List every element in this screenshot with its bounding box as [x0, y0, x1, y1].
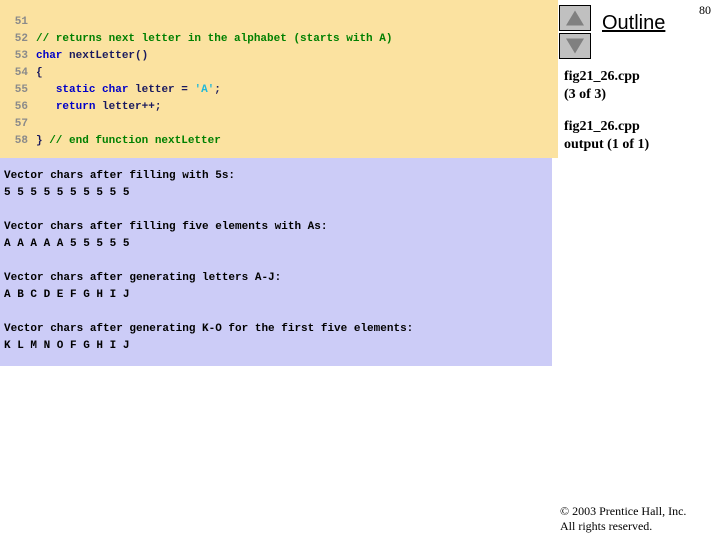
code-token-keyword: return — [55, 101, 96, 113]
code-line-number: 52 — [14, 33, 28, 45]
copyright-line-2: All rights reserved. — [560, 519, 653, 533]
output-line: K L M N O F G H I J — [4, 340, 130, 352]
code-line: 52 // returns next letter in the alphabet… — [0, 31, 552, 48]
copyright-line-1: © 2003 Prentice Hall, Inc. — [560, 504, 687, 518]
page-number: 80 — [699, 3, 711, 17]
copyright-footer: © 2003 Prentice Hall, Inc. All rights re… — [560, 504, 720, 534]
slide-navigation-buttons — [559, 5, 593, 61]
code-line-text: } // end function nextLetter — [36, 135, 221, 147]
code-token-ident: letter — [102, 101, 142, 113]
outline-item-title: fig21_26.cpp — [564, 119, 640, 134]
output-line: Vector chars after filling with 5s: — [4, 170, 236, 182]
code-line-number: 51 — [14, 16, 28, 28]
code-line: 55 static char letter = 'A'; — [0, 82, 552, 99]
program-output-panel: Vector chars after filling with 5s: 5 5 5… — [0, 158, 552, 366]
output-line: Vector chars after generating letters A-… — [4, 272, 282, 284]
output-line: Vector chars after generating K-O for th… — [4, 323, 414, 335]
output-line: Vector chars after filling five elements… — [4, 221, 328, 233]
code-line: 53 char nextLetter() — [0, 48, 552, 65]
code-line: 51 — [0, 14, 552, 31]
output-line: 5 5 5 5 5 5 5 5 5 5 — [4, 187, 130, 199]
code-line-text: { — [36, 67, 43, 79]
code-token-keyword: static char — [55, 84, 129, 96]
code-token-comment: // end function nextLetter — [49, 135, 221, 147]
code-line-text: // returns next letter in the alphabet (… — [36, 33, 392, 45]
outline-sidebar: Outline 80 fig21_26.cpp (3 of 3) fig21_26.… — [556, 0, 720, 540]
output-blank-line — [4, 253, 552, 270]
output-blank-line — [4, 304, 552, 321]
code-token-plain: = — [174, 84, 195, 96]
output-blank-line — [4, 202, 552, 219]
outline-heading: Outline — [602, 12, 666, 34]
code-line-number: 56 — [14, 101, 28, 113]
code-line-number: 53 — [14, 50, 28, 62]
code-line-number: 54 — [14, 67, 28, 79]
outline-item-title: fig21_26.cpp — [564, 69, 640, 84]
code-line-text: static char letter = 'A'; — [36, 84, 221, 96]
code-line-text: return letter++; — [36, 101, 162, 113]
code-line-number: 57 — [14, 118, 28, 130]
triangle-down-icon — [566, 38, 584, 54]
outline-item-subtitle: (3 of 3) — [564, 87, 606, 102]
code-line: 57 — [0, 116, 552, 133]
code-line: 58} // end function nextLetter — [0, 133, 552, 150]
scroll-down-button[interactable] — [559, 33, 591, 59]
code-token-plain: ; — [214, 84, 221, 96]
code-token-plain: ++; — [141, 101, 162, 113]
outline-item-subtitle: output (1 of 1) — [564, 137, 650, 152]
code-token-keyword: char — [36, 50, 63, 62]
code-line: 54 { — [0, 65, 552, 82]
outline-item-list: fig21_26.cpp (3 of 3) fig21_26.cppoutput (… — [564, 68, 719, 168]
code-line-number: 55 — [14, 84, 28, 96]
code-token-plain: } — [36, 135, 50, 147]
code-line-text: char nextLetter() — [36, 50, 148, 62]
output-line: A A A A A 5 5 5 5 5 — [4, 238, 130, 250]
triangle-up-icon — [566, 10, 584, 26]
code-token-ident: nextLetter() — [69, 50, 149, 62]
outline-item[interactable]: fig21_26.cpp (3 of 3) — [564, 68, 719, 104]
code-token-string: 'A' — [194, 84, 215, 96]
code-token-ident: letter — [135, 84, 175, 96]
scroll-up-button[interactable] — [559, 5, 591, 31]
code-token-comment: // returns next letter in the alphabet (… — [36, 33, 393, 45]
code-line: 56 return letter++; — [0, 99, 552, 116]
output-line: A B C D E F G H I J — [4, 289, 130, 301]
outline-item[interactable]: fig21_26.cppoutput (1 of 1) — [564, 118, 719, 154]
code-listing-panel: 51 52 // returns next letter in the alphab… — [0, 0, 552, 158]
code-line-number: 58 — [14, 135, 28, 147]
code-token-plain: { — [36, 67, 43, 79]
